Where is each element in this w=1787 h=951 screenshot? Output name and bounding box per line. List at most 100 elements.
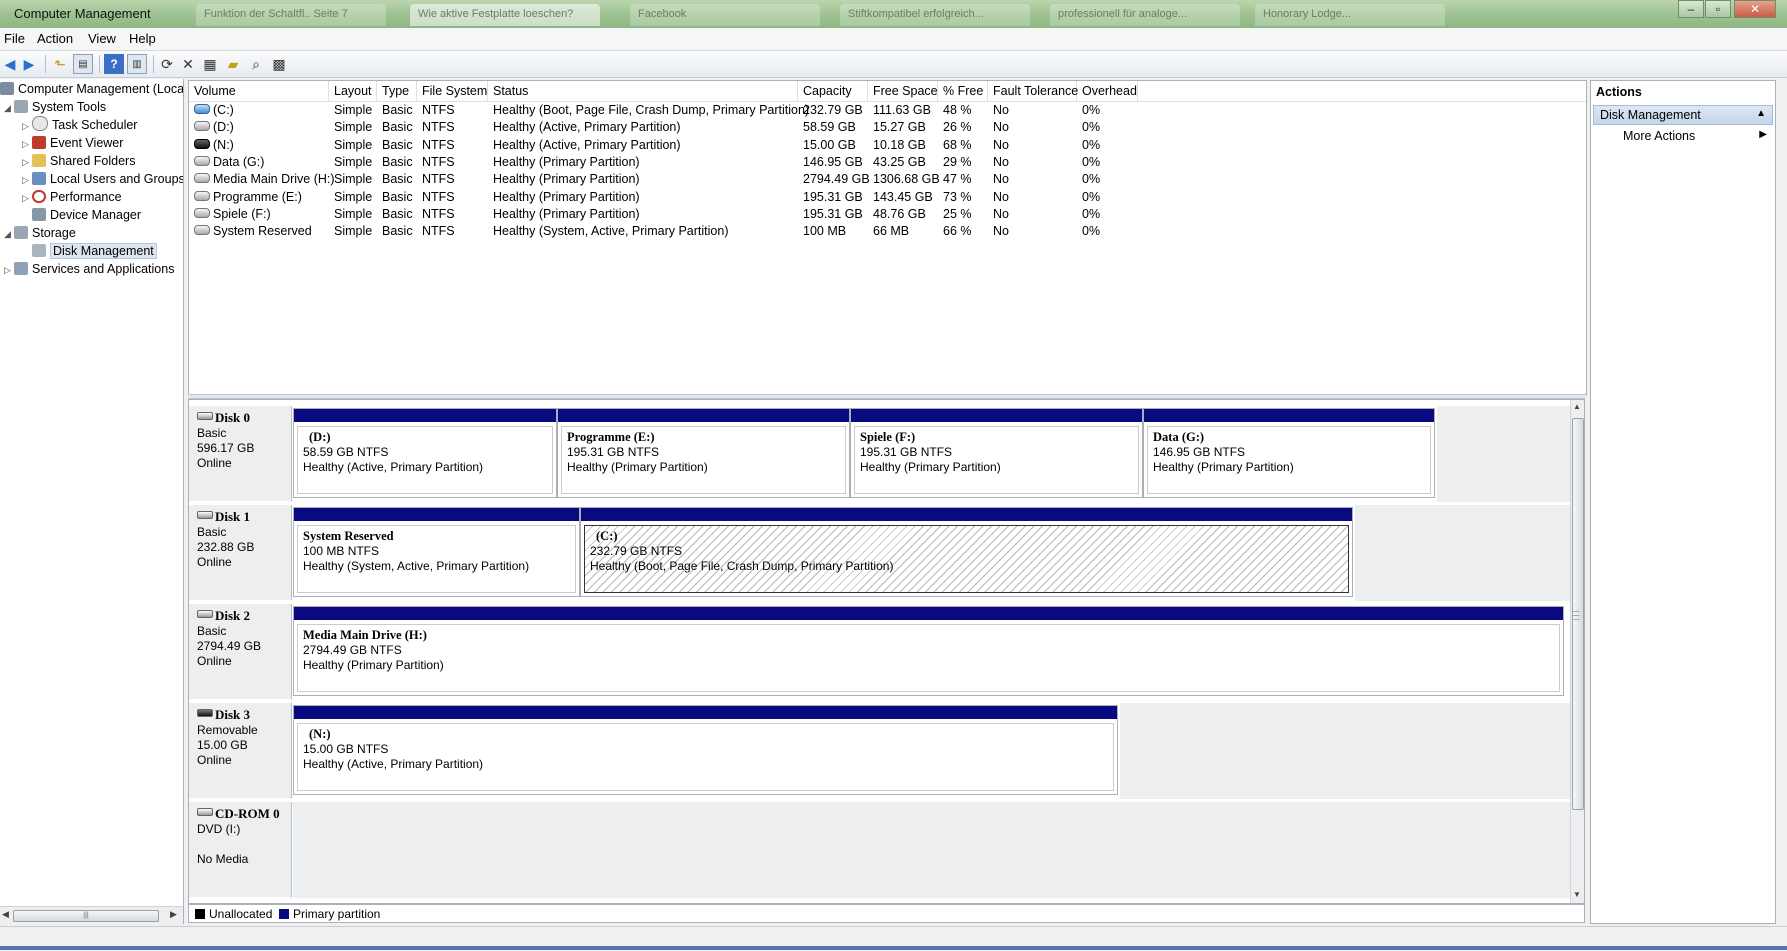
- partition[interactable]: (D:) 58.59 GB NTFS Healthy (Active, Prim…: [293, 408, 557, 498]
- table-row[interactable]: (C:) Simple Basic NTFS Healthy (Boot, Page F…: [189, 102, 1586, 119]
- table-cell: Data (G:): [189, 154, 264, 171]
- cell-text: (N:): [213, 137, 234, 152]
- scroll-right-icon[interactable]: ▶: [170, 909, 177, 920]
- tree-item-storage[interactable]: ◢ Storage: [4, 224, 76, 242]
- open-icon[interactable]: ▰: [223, 54, 243, 74]
- scroll-thumb[interactable]: |||: [13, 910, 159, 922]
- collapse-up-icon[interactable]: ▲: [1756, 108, 1766, 119]
- cell-text: Basic: [382, 206, 413, 221]
- tree-item-shared-folders[interactable]: ▷ Shared Folders: [22, 152, 135, 170]
- table-cell: No: [988, 119, 1009, 136]
- scroll-left-icon[interactable]: ◀: [2, 909, 9, 920]
- tree-item-disk-management[interactable]: Disk Management: [22, 242, 157, 260]
- column-header-volume[interactable]: Volume: [189, 81, 329, 101]
- expand-icon[interactable]: ▷: [22, 171, 32, 189]
- menu-view[interactable]: View: [88, 31, 116, 46]
- column-header-overhead[interactable]: Overhead: [1077, 81, 1138, 101]
- search-icon[interactable]: ⌕: [246, 54, 266, 74]
- tree-item-local-users[interactable]: ▷ Local Users and Groups: [22, 170, 183, 189]
- table-cell: 232.79 GB: [798, 102, 863, 119]
- partition[interactable]: Data (G:) 146.95 GB NTFS Healthy (Primar…: [1143, 408, 1435, 498]
- tree-item-device-manager[interactable]: Device Manager: [22, 206, 141, 224]
- show-hide-action-icon[interactable]: ▥: [127, 54, 147, 74]
- partition[interactable]: Spiele (F:) 195.31 GB NTFS Healthy (Prim…: [850, 408, 1143, 498]
- disk-info[interactable]: Disk 2 Basic 2794.49 GB Online: [189, 604, 292, 700]
- column-header-fault-tolerance[interactable]: Fault Tolerance: [988, 81, 1078, 101]
- tree-root[interactable]: Computer Management (Local: [0, 80, 183, 98]
- column-header-file-system[interactable]: File System: [417, 81, 488, 101]
- minimize-button[interactable]: –: [1678, 0, 1704, 18]
- menu-file[interactable]: File: [4, 31, 25, 46]
- menu-help[interactable]: Help: [129, 31, 156, 46]
- disk-status: Online: [197, 753, 232, 767]
- partition-selected[interactable]: (C:) 232.79 GB NTFS Healthy (Boot, Page …: [580, 507, 1353, 597]
- help-icon[interactable]: ?: [104, 54, 124, 74]
- disk-info[interactable]: CD-ROM 0 DVD (I:) No Media: [189, 802, 292, 898]
- disk-view-vertical-scrollbar[interactable]: ▲ — — — ▼: [1570, 400, 1584, 903]
- delete-icon[interactable]: ✕: [178, 54, 198, 74]
- scroll-down-icon[interactable]: ▼: [1573, 890, 1581, 899]
- tree-item-performance[interactable]: ▷ Performance: [22, 188, 122, 206]
- back-icon[interactable]: ◀: [0, 54, 20, 74]
- cell-text: 111.63 GB: [873, 103, 931, 117]
- expand-icon[interactable]: ▷: [22, 189, 32, 207]
- table-cell: No: [988, 154, 1009, 171]
- disk-type: Basic: [197, 525, 227, 539]
- cell-text: 68 %: [943, 137, 972, 152]
- cell-text: Basic: [382, 172, 413, 187]
- rescan-icon[interactable]: ▩: [269, 54, 289, 74]
- up-icon[interactable]: ⬑: [50, 54, 70, 74]
- disk-icon: [197, 412, 213, 420]
- more-actions[interactable]: More Actions: [1623, 129, 1695, 143]
- forward-icon[interactable]: ▶: [19, 54, 39, 74]
- close-button[interactable]: ✕: [1734, 0, 1776, 18]
- table-row[interactable]: Media Main Drive (H:) Simple Basic NTFS Heal…: [189, 171, 1586, 188]
- disk-info[interactable]: Disk 1 Basic 232.88 GB Online: [189, 505, 292, 601]
- tree-item-event-viewer[interactable]: ▷ Event Viewer: [22, 134, 123, 152]
- column-header-type[interactable]: Type: [377, 81, 417, 101]
- expand-icon[interactable]: ▷: [22, 135, 32, 153]
- actions-group-label: Disk Management: [1600, 108, 1701, 122]
- partition-status: Healthy (Active, Primary Partition): [303, 757, 484, 771]
- actions-group-disk-management[interactable]: Disk Management ▲: [1593, 105, 1773, 125]
- table-cell: Basic: [377, 171, 413, 188]
- disk-info[interactable]: Disk 3 Removable 15.00 GB Online: [189, 703, 292, 799]
- cell-text: 15.00 GB: [803, 137, 856, 152]
- table-row[interactable]: Data (G:) Simple Basic NTFS Healthy (Primary…: [189, 154, 1586, 171]
- partition[interactable]: System Reserved 100 MB NTFS Healthy (Sys…: [293, 507, 580, 597]
- collapse-icon[interactable]: ◢: [4, 99, 14, 117]
- column-header-layout[interactable]: Layout: [329, 81, 377, 101]
- table-row[interactable]: System Reserved Simple Basic NTFS Healthy (S…: [189, 223, 1586, 240]
- expand-icon[interactable]: ▷: [4, 261, 14, 279]
- column-header-capacity[interactable]: Capacity: [798, 81, 868, 101]
- disk-size: 596.17 GB: [197, 441, 255, 455]
- tree-item-system-tools[interactable]: ◢ System Tools: [4, 98, 106, 116]
- table-row[interactable]: (D:) Simple Basic NTFS Healthy (Active, Prim…: [189, 119, 1586, 136]
- column-header-free-space[interactable]: Free Space: [868, 81, 938, 101]
- partition[interactable]: Media Main Drive (H:) 2794.49 GB NTFS He…: [293, 606, 1564, 696]
- table-row[interactable]: Spiele (F:) Simple Basic NTFS Healthy (Prima…: [189, 206, 1586, 223]
- disk-info[interactable]: Disk 0 Basic 596.17 GB Online: [189, 406, 292, 502]
- partition[interactable]: Programme (E:) 195.31 GB NTFS Healthy (P…: [557, 408, 850, 498]
- properties-icon[interactable]: ▦: [200, 54, 220, 74]
- collapse-icon[interactable]: ◢: [4, 225, 14, 243]
- table-row[interactable]: (N:) Simple Basic NTFS Healthy (Active, Prim…: [189, 137, 1586, 154]
- partition[interactable]: (N:) 15.00 GB NTFS Healthy (Active, Prim…: [293, 705, 1118, 795]
- column-header-status[interactable]: Status: [488, 81, 798, 101]
- refresh-icon[interactable]: ⟳: [157, 54, 177, 74]
- tree-item-task-scheduler[interactable]: ▷ Task Scheduler: [22, 116, 137, 134]
- users-icon: [32, 172, 46, 185]
- cell-text: 195.31 GB: [803, 206, 863, 221]
- tree-item-services-applications[interactable]: ▷ Services and Applications: [4, 260, 174, 278]
- tree-horizontal-scrollbar[interactable]: ◀ ||| ▶: [0, 906, 183, 924]
- column-header-percent-free[interactable]: % Free: [938, 81, 988, 101]
- expand-icon[interactable]: ▷: [22, 153, 32, 171]
- expand-icon[interactable]: ▷: [22, 117, 32, 135]
- maximize-button[interactable]: ▫: [1705, 0, 1731, 18]
- show-hide-tree-icon[interactable]: ▤: [73, 54, 93, 74]
- scroll-up-icon[interactable]: ▲: [1573, 402, 1581, 411]
- menu-action[interactable]: Action: [37, 31, 73, 46]
- table-row[interactable]: Programme (E:) Simple Basic NTFS Healthy (Pr…: [189, 189, 1586, 206]
- cell-text: System Reserved: [213, 224, 312, 239]
- toolbar: ◀ ▶ ⬑ ▤ ? ▥ ⟳ ✕ ▦ ▰ ⌕ ▩: [0, 51, 1787, 78]
